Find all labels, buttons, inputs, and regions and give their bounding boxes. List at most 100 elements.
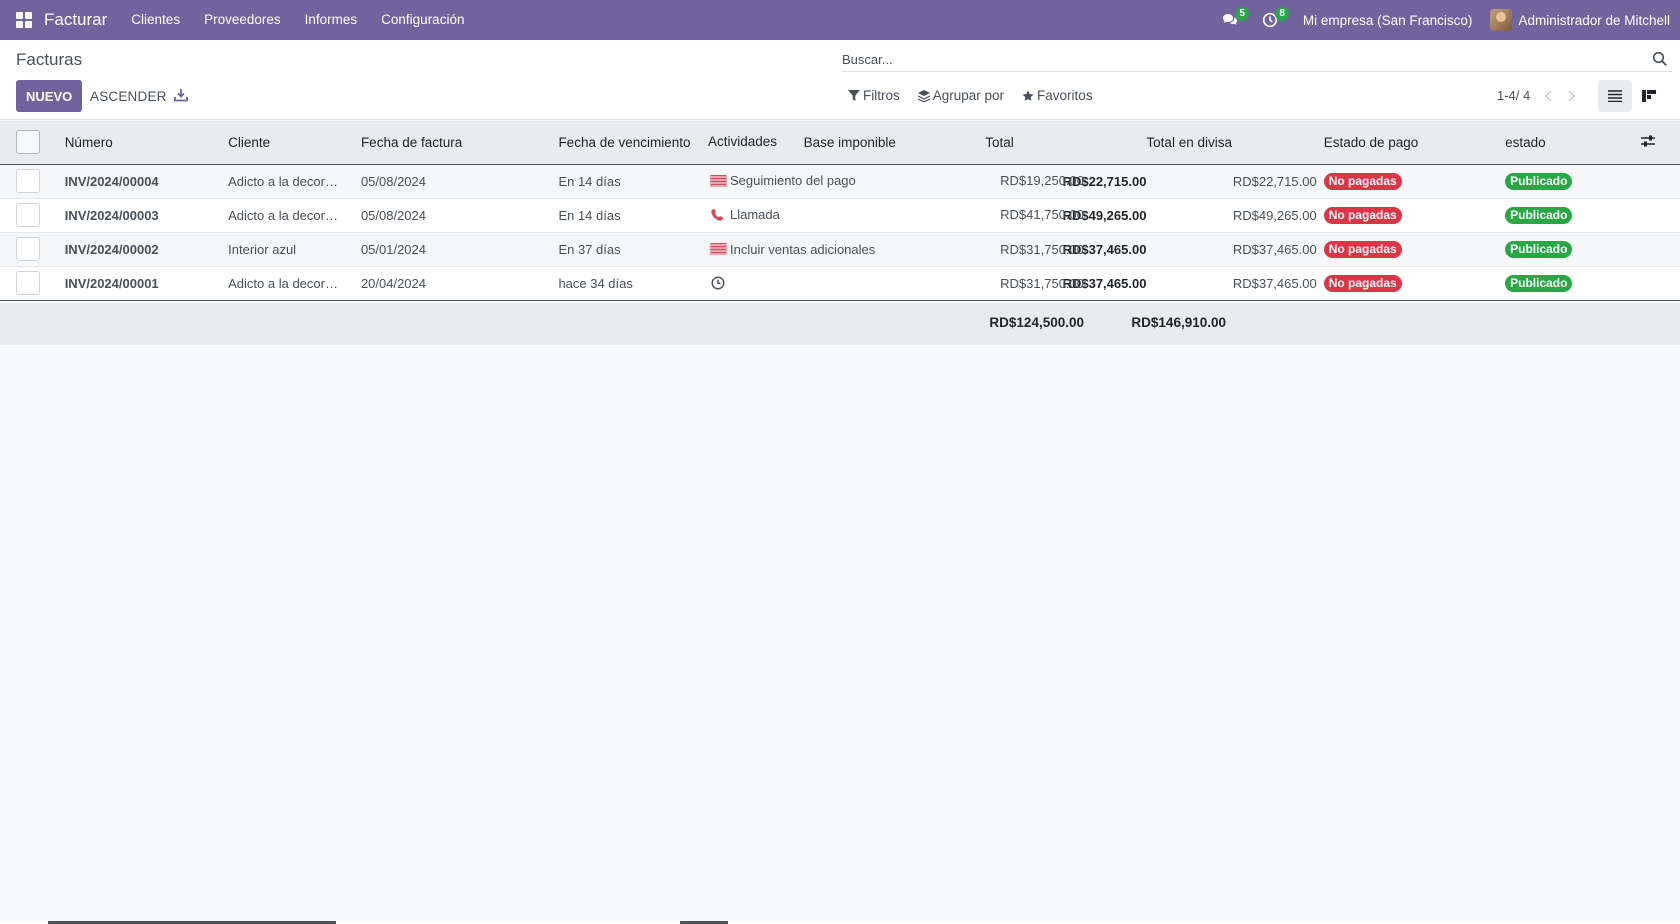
search-bar [842, 46, 1672, 72]
tax-base: RD$31,750.00 [1000, 241, 1084, 257]
control-panel: Facturas NUEVO ASCENDER Filtros Agrupar … [0, 40, 1680, 120]
list-icon [1608, 90, 1622, 102]
tax-base: RD$41,750.00 [1000, 207, 1084, 223]
menu-item-proveedores[interactable]: Proveedores [192, 0, 293, 40]
messages-counter: 5 [1235, 7, 1249, 21]
tax-base: RD$31,750.00 [1000, 275, 1084, 291]
page-title: Facturas [16, 50, 83, 69]
menu-item-informes[interactable]: Informes [293, 0, 370, 40]
customer-name[interactable]: Adicto a la decoración [228, 208, 338, 223]
group-by-label: Agrupar por [932, 88, 1005, 103]
clock-icon[interactable] [710, 276, 727, 290]
apps-menu-icon[interactable] [16, 12, 32, 28]
payment-status-badge: No pagadas [1323, 206, 1402, 224]
search-options: Filtros Agrupar por Favoritos [848, 88, 1111, 103]
top-navbar: Facturar Clientes Proveedores Informes C… [0, 0, 1680, 40]
row-checkbox[interactable] [16, 271, 40, 295]
row-checkbox[interactable] [16, 237, 40, 261]
email-icon [710, 243, 727, 256]
layers-icon [917, 89, 930, 102]
customer-name[interactable]: Adicto a la decoración [228, 174, 338, 189]
table-row[interactable]: INV/2024/00001Adicto a la decoración 20/0… [0, 266, 1680, 301]
search-icon[interactable] [1652, 51, 1668, 67]
column-header-invoice-date[interactable]: Fecha de factura [360, 121, 559, 165]
row-checkbox[interactable] [16, 203, 40, 227]
status-badge: Publicado [1505, 240, 1573, 258]
app-brand[interactable]: Facturar [44, 10, 107, 30]
total-currency: RD$37,465.00 [1146, 232, 1317, 267]
invoices-table: Número Cliente Fecha de factura Fecha de… [0, 121, 1680, 301]
total-currency: RD$22,715.00 [1146, 164, 1317, 199]
column-header-activities[interactable]: Actividades [708, 134, 777, 149]
total-currency: RD$37,465.00 [1146, 266, 1317, 301]
star-icon [1022, 90, 1034, 101]
avatar[interactable] [1490, 9, 1513, 31]
menu-item-clientes[interactable]: Clientes [119, 0, 192, 40]
total-amount: RD$146,910.00 [1131, 315, 1226, 330]
activity-summary: Seguimiento del pago [730, 173, 856, 188]
payment-status-badge: No pagadas [1323, 274, 1402, 292]
kanban-icon [1642, 90, 1656, 102]
status-badge: Publicado [1505, 172, 1573, 190]
optional-columns-icon[interactable] [1641, 134, 1656, 148]
status-badge: Publicado [1505, 206, 1573, 224]
payment-status-badge: No pagadas [1323, 172, 1402, 190]
filters-label: Filtros [863, 88, 900, 103]
column-header-total-currency[interactable]: Total en divisa [1146, 121, 1317, 165]
column-header-customer[interactable]: Cliente [228, 121, 361, 165]
upload-button[interactable]: ASCENDER [90, 80, 167, 112]
user-menu[interactable]: Administrador de Mitchell [1518, 13, 1670, 28]
due-date: hace 34 días [558, 266, 804, 301]
status-badge: Publicado [1505, 274, 1573, 292]
email-icon [710, 174, 727, 187]
activities-counter: 8 [1275, 7, 1289, 21]
chevron-right-icon[interactable] [1565, 88, 1577, 104]
activity-summary: Incluir ventas adicionales [730, 241, 876, 257]
invoice-number[interactable]: INV/2024/00003 [64, 198, 229, 233]
row-checkbox[interactable] [16, 169, 40, 193]
filters-toggle[interactable]: Filtros [848, 88, 900, 103]
invoice-date: 05/01/2024 [360, 232, 559, 267]
pager-value[interactable]: 1-4/ 4 [1497, 88, 1530, 103]
column-header-number[interactable]: Número [64, 121, 229, 165]
totals-row: RD$124,500.00 RD$146,910.00 [0, 303, 1680, 345]
table-row[interactable]: INV/2024/00003Adicto a la decoración 05/0… [0, 198, 1680, 233]
phone-icon [711, 208, 723, 221]
column-header-tax-base[interactable]: Base imponible [803, 121, 986, 165]
invoice-date: 05/08/2024 [360, 164, 559, 199]
invoice-number[interactable]: INV/2024/00004 [64, 164, 229, 199]
invoice-date: 05/08/2024 [360, 198, 559, 233]
search-input[interactable] [842, 46, 1632, 72]
company-switcher[interactable]: Mi empresa (San Francisco) [1303, 13, 1473, 28]
menu-item-configuracion[interactable]: Configuración [369, 0, 476, 40]
invoice-date: 20/04/2024 [360, 266, 559, 301]
group-by-toggle[interactable]: Agrupar por [917, 88, 1005, 103]
download-icon[interactable] [174, 88, 188, 102]
activity-cell[interactable]: Llamada [710, 207, 780, 222]
column-header-total[interactable]: Total [985, 121, 1147, 165]
activity-cell[interactable] [710, 276, 730, 290]
filter-icon [848, 89, 860, 101]
customer-name[interactable]: Adicto a la decoración [228, 276, 338, 291]
table-header-row: Número Cliente Fecha de factura Fecha de… [0, 121, 1680, 165]
tax-base: RD$19,250.00 [1000, 173, 1084, 188]
column-header-state[interactable]: estado [1505, 121, 1624, 165]
activity-cell[interactable]: Seguimiento del pago [710, 173, 856, 188]
list-view-button[interactable] [1598, 80, 1632, 112]
invoice-number[interactable]: INV/2024/00002 [64, 232, 229, 267]
favorites-toggle[interactable]: Favoritos [1022, 88, 1093, 103]
chevron-left-icon[interactable] [1543, 88, 1555, 104]
activities-button[interactable]: 8 [1257, 0, 1289, 40]
kanban-view-button[interactable] [1632, 80, 1666, 112]
activity-cell[interactable]: Incluir ventas adicionales [710, 242, 875, 257]
payment-status-badge: No pagadas [1323, 240, 1402, 258]
invoice-number[interactable]: INV/2024/00001 [64, 266, 229, 301]
select-all-checkbox[interactable] [16, 130, 40, 155]
customer-name[interactable]: Interior azul [228, 242, 296, 257]
activity-summary: Llamada [730, 207, 780, 223]
total-currency: RD$49,265.00 [1146, 198, 1317, 233]
new-button[interactable]: NUEVO [16, 80, 83, 112]
messages-button[interactable]: 5 [1217, 0, 1249, 40]
column-header-payment-state[interactable]: Estado de pago [1316, 121, 1506, 165]
favorites-label: Favoritos [1037, 88, 1093, 103]
